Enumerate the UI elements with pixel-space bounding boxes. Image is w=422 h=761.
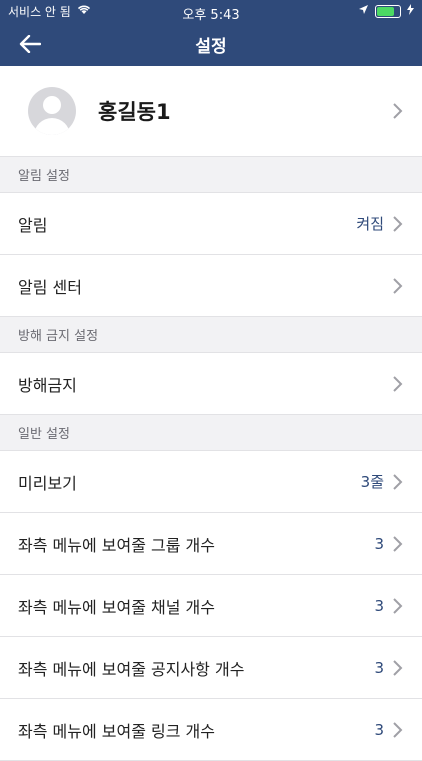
section-header-dnd: 방해 금지 설정 (0, 317, 422, 353)
setting-row-dnd[interactable]: 방해금지 (0, 353, 422, 415)
chevron-right-icon (393, 659, 403, 676)
setting-row-group-count[interactable]: 좌측 메뉴에 보여줄 그룹 개수 3 (0, 513, 422, 575)
profile-row[interactable]: 홍길동1 (0, 66, 422, 157)
setting-label: 알림 (18, 215, 48, 235)
setting-row-alert-center[interactable]: 알림 센터 (0, 255, 422, 317)
page-title: 설정 (195, 36, 227, 57)
setting-label: 좌측 메뉴에 보여줄 링크 개수 (18, 721, 215, 741)
setting-label: 좌측 메뉴에 보여줄 공지사항 개수 (18, 659, 245, 679)
setting-value: 3 (374, 658, 384, 677)
setting-value: 3 (374, 720, 384, 739)
back-button[interactable] (12, 28, 48, 60)
app-header: 서비스 안 됨 오후 5:43 설정 (0, 0, 422, 66)
setting-row-preview[interactable]: 미리보기 3줄 (0, 451, 422, 513)
setting-label: 방해금지 (18, 375, 77, 395)
avatar (28, 87, 76, 135)
status-bar: 서비스 안 됨 오후 5:43 (0, 0, 422, 23)
setting-value: 3 (374, 534, 384, 553)
setting-row-alert[interactable]: 알림 켜짐 (0, 193, 422, 255)
section-header-general: 일반 설정 (0, 415, 422, 451)
clock: 오후 5:43 (182, 8, 240, 23)
setting-value: 켜짐 (356, 215, 384, 233)
setting-label: 알림 센터 (18, 277, 82, 297)
setting-label: 좌측 메뉴에 보여줄 채널 개수 (18, 597, 215, 617)
section-header-notifications: 알림 설정 (0, 157, 422, 193)
setting-row-notice-count[interactable]: 좌측 메뉴에 보여줄 공지사항 개수 3 (0, 637, 422, 699)
back-arrow-icon (19, 35, 41, 53)
setting-row-link-count[interactable]: 좌측 메뉴에 보여줄 링크 개수 3 (0, 699, 422, 761)
setting-value: 3 (374, 596, 384, 615)
setting-value: 3줄 (360, 473, 384, 491)
chevron-right-icon (393, 375, 403, 392)
chevron-right-icon (393, 277, 403, 294)
chevron-right-icon (393, 473, 403, 490)
profile-name: 홍길동1 (98, 100, 171, 124)
setting-row-channel-count[interactable]: 좌측 메뉴에 보여줄 채널 개수 3 (0, 575, 422, 637)
setting-label: 미리보기 (18, 473, 77, 493)
chevron-right-icon (393, 103, 403, 119)
chevron-right-icon (393, 721, 403, 738)
battery-icon (375, 4, 401, 18)
chevron-right-icon (393, 597, 403, 614)
chevron-right-icon (393, 215, 403, 232)
chevron-right-icon (393, 535, 403, 552)
setting-label: 좌측 메뉴에 보여줄 그룹 개수 (18, 535, 215, 555)
nav-bar: 설정 (0, 22, 422, 66)
